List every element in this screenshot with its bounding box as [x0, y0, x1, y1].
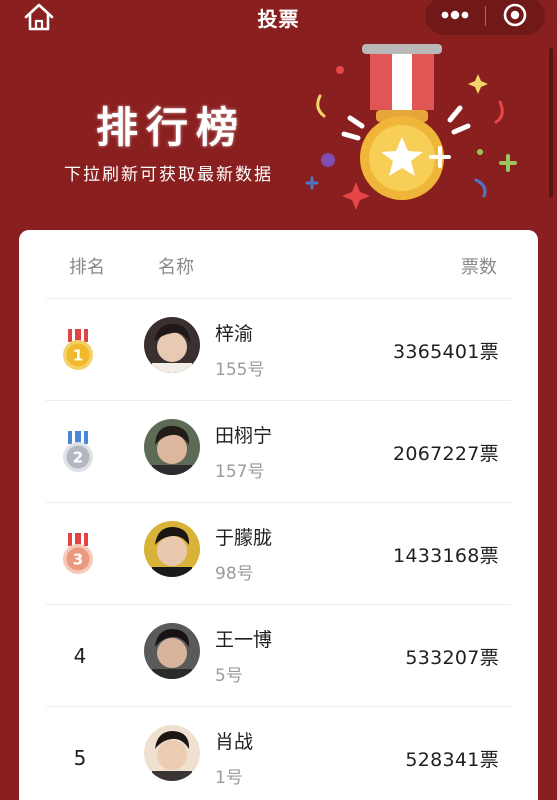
avatar [144, 419, 200, 475]
column-name: 名称 [158, 257, 194, 278]
candidate-name: 肖战 [215, 731, 254, 753]
table-row[interactable]: 5 肖战 1号 528341票 [19, 707, 538, 800]
candidate-number: 157号 [215, 462, 265, 482]
candidate-number: 98号 [215, 564, 254, 584]
close-circle-icon [503, 3, 527, 27]
ranking-card: 排名 名称 票数 1 梓渝 155号 3365401票 2 田栩宁 157号 2… [19, 230, 538, 800]
mini-program-capsule [425, 0, 545, 35]
more-icon [441, 10, 469, 20]
hero-subtitle: 下拉刷新可获取最新数据 [64, 165, 273, 185]
candidate-name: 王一博 [215, 629, 273, 651]
gold-medal-icon: 1 [63, 329, 93, 370]
table-header: 排名 名称 票数 [19, 230, 538, 298]
avatar [144, 317, 200, 373]
candidate-number: 1号 [215, 768, 243, 788]
table-row[interactable]: 3 于朦胧 98号 1433168票 [19, 503, 538, 604]
avatar [144, 623, 200, 679]
candidate-number: 5号 [215, 666, 243, 686]
close-button[interactable] [486, 0, 545, 35]
vote-count: 3365401票 [392, 341, 499, 363]
avatar [144, 521, 200, 577]
vote-count: 2067227票 [392, 443, 499, 465]
hero-title: 排行榜 [96, 103, 247, 152]
candidate-name: 于朦胧 [215, 527, 273, 549]
table-row[interactable]: 4 王一博 5号 533207票 [19, 605, 538, 706]
rank-number: 4 [73, 644, 87, 668]
screen: 投票 排行榜 下拉刷新可获取最新数据 排名 名称 票数 1 梓渝 155号 33… [0, 0, 557, 800]
candidate-name: 田栩宁 [215, 425, 273, 447]
rank-number: 5 [73, 746, 87, 770]
scrollbar[interactable] [549, 48, 553, 198]
column-votes: 票数 [461, 257, 497, 278]
table-row[interactable]: 2 田栩宁 157号 2067227票 [19, 401, 538, 502]
medal-rank-number: 2 [73, 449, 83, 467]
medal-rank-number: 3 [73, 551, 83, 569]
bronze-medal-icon: 3 [63, 533, 93, 574]
vote-count: 1433168票 [392, 545, 499, 567]
candidate-name: 梓渝 [215, 323, 254, 345]
column-rank: 排名 [69, 257, 105, 278]
medal-icon [305, 44, 517, 210]
vote-count: 533207票 [405, 647, 499, 669]
table-row[interactable]: 1 梓渝 155号 3365401票 [19, 299, 538, 400]
avatar [144, 725, 200, 781]
medal-rank-number: 1 [73, 347, 83, 365]
more-button[interactable] [425, 0, 485, 35]
vote-count: 528341票 [405, 749, 499, 771]
candidate-number: 155号 [215, 360, 265, 380]
nav-bar: 投票 [0, 0, 557, 36]
silver-medal-icon: 2 [63, 431, 93, 472]
